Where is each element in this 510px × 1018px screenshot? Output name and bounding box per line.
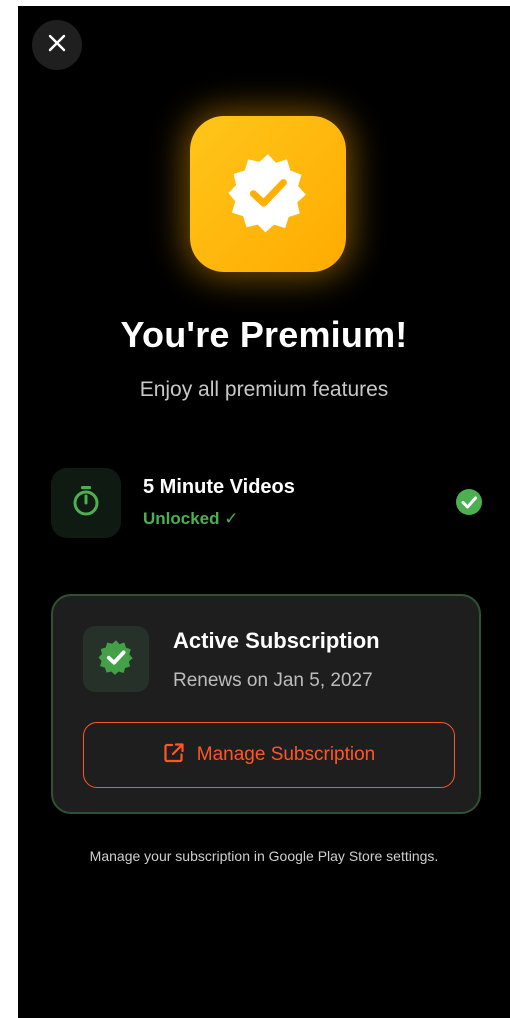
- manage-subscription-label: Manage Subscription: [196, 744, 376, 765]
- manage-subscription-button[interactable]: Manage Subscription: [83, 722, 455, 788]
- feature-icon-tile: [51, 468, 121, 538]
- premium-screen: You're Premium! Enjoy all premium featur…: [18, 6, 510, 1018]
- page-subtitle: Enjoy all premium features: [139, 378, 389, 401]
- renewal-date: Renews on Jan 5, 2027: [173, 670, 373, 691]
- external-link-icon: [163, 742, 185, 769]
- subscription-title: Active Subscription: [173, 628, 380, 653]
- check-circle-icon: [455, 488, 483, 516]
- verified-badge-icon: [97, 638, 135, 681]
- subscription-card: Active Subscription Renews on Jan 5, 202…: [51, 594, 481, 814]
- verified-badge-icon: [225, 149, 311, 240]
- footer-note: Manage your subscription in Google Play …: [89, 848, 439, 864]
- feature-status: Unlocked ✓: [143, 509, 239, 528]
- subscription-icon-tile: [83, 626, 149, 692]
- close-button[interactable]: [32, 20, 82, 70]
- close-icon: [48, 34, 66, 57]
- feature-name: 5 Minute Videos: [143, 476, 295, 498]
- page-title: You're Premium!: [120, 314, 408, 355]
- timer-icon: [69, 484, 103, 523]
- premium-badge: [190, 116, 346, 272]
